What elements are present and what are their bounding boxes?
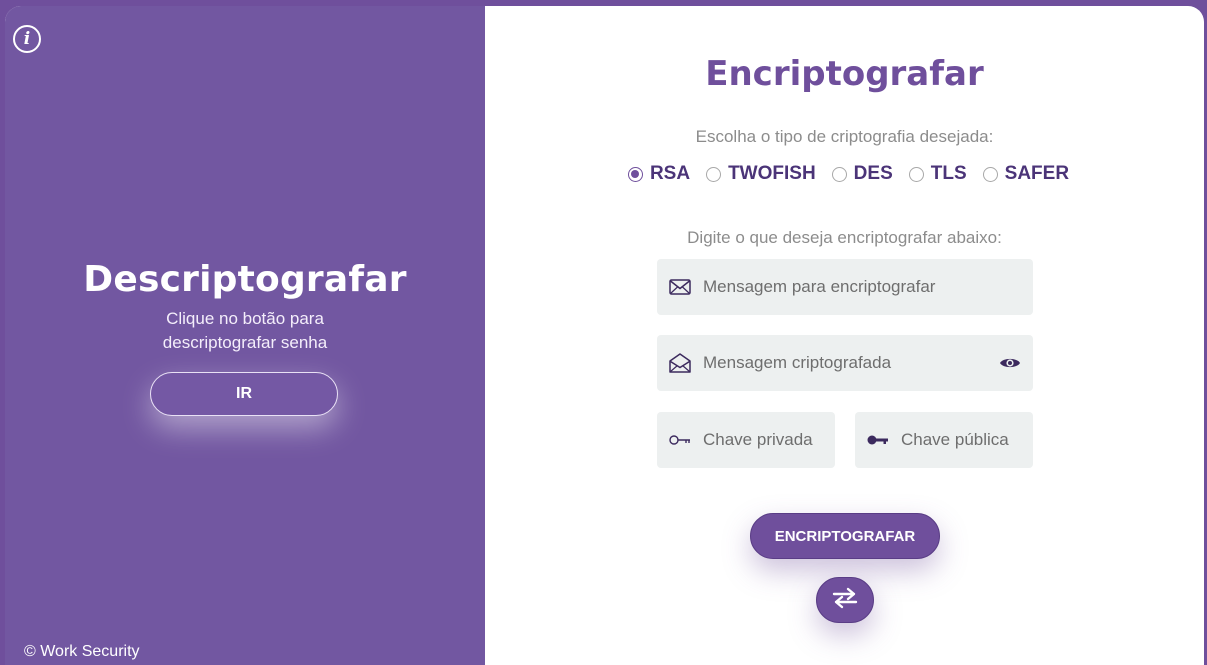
radio-button-icon[interactable] <box>831 166 847 182</box>
info-icon[interactable]: i <box>13 25 41 53</box>
public-key-input[interactable]: Chave pública <box>855 412 1033 468</box>
radio-label: SAFER <box>1004 163 1070 184</box>
copyright-text: © Work Security <box>24 643 140 660</box>
radio-tls[interactable]: TLS <box>908 163 967 185</box>
envelope-open-icon <box>669 352 691 374</box>
swap-arrows-icon <box>832 587 858 614</box>
radio-label: DES <box>853 163 893 184</box>
encrypted-placeholder: Mensagem criptografada <box>703 353 892 372</box>
input-prompt: Digite o que deseja encriptografar abaix… <box>687 228 1002 247</box>
swap-button[interactable] <box>816 577 874 623</box>
radio-safer[interactable]: SAFER <box>982 163 1070 185</box>
radio-des[interactable]: DES <box>831 163 893 185</box>
radio-button-icon[interactable] <box>982 166 998 182</box>
radio-label: TLS <box>930 163 967 184</box>
message-placeholder: Mensagem para encriptografar <box>703 277 936 296</box>
decrypt-title: Descriptografar <box>83 259 407 300</box>
page-title: Encriptografar <box>705 54 984 94</box>
radio-twofish[interactable]: TWOFISH <box>706 163 816 185</box>
radio-label: TWOFISH <box>728 163 816 184</box>
public-key-placeholder: Chave pública <box>901 430 1009 449</box>
app-frame: i Descriptografar Clique no botão para d… <box>5 6 1204 665</box>
go-to-decrypt-button[interactable]: IR <box>150 372 338 416</box>
eye-icon[interactable] <box>999 355 1021 371</box>
algorithm-prompt: Escolha o tipo de criptografia desejada: <box>695 127 994 146</box>
message-input[interactable]: Mensagem para encriptografar <box>657 259 1033 315</box>
algorithm-radio-group: RSA TWOFISH DES TLS SAFER <box>485 163 1204 185</box>
private-key-input[interactable]: Chave privada <box>657 412 835 468</box>
decrypt-panel: i Descriptografar Clique no botão para d… <box>5 6 485 665</box>
radio-label: RSA <box>649 163 691 184</box>
encrypt-button[interactable]: ENCRIPTOGRAFAR <box>750 513 940 559</box>
envelope-icon <box>669 276 691 298</box>
key-outline-icon <box>669 429 691 451</box>
radio-button-icon[interactable] <box>908 166 924 182</box>
radio-button-icon[interactable] <box>627 166 643 182</box>
private-key-placeholder: Chave privada <box>703 430 813 449</box>
key-solid-icon <box>867 429 889 451</box>
encrypted-message-input[interactable]: Mensagem criptografada <box>657 335 1033 391</box>
radio-rsa[interactable]: RSA <box>627 163 691 185</box>
decrypt-subtitle: Clique no botão para descriptografar sen… <box>162 309 328 352</box>
radio-button-icon[interactable] <box>706 166 722 182</box>
